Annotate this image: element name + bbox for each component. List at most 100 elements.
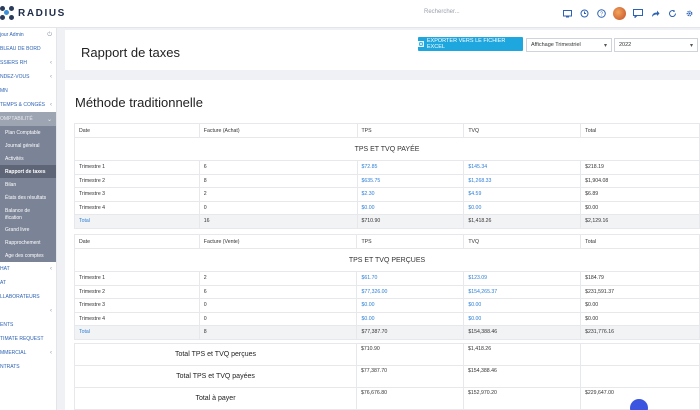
cell-link[interactable]: $0.00 — [356, 200, 465, 215]
refresh-icon[interactable] — [667, 9, 677, 19]
total-label: Total — [74, 325, 200, 340]
summary-table: Total TPS et TVQ perçues $710.90 $1,418.… — [74, 343, 700, 410]
cell-link[interactable]: $635.75 — [356, 173, 465, 188]
submenu-item[interactable]: États des résultats — [0, 191, 56, 204]
sidebar-item-dashboard[interactable]: BLEAU DE BORD — [0, 42, 56, 56]
sidebar-item-unlabeled[interactable]: ‹ — [0, 304, 56, 318]
cell: 6 — [198, 160, 358, 175]
summary-row: Total TPS et TVQ perçues $710.90 $1,418.… — [74, 343, 700, 366]
cell-link[interactable]: $4.59 — [463, 187, 582, 202]
sidebar-item-accounting[interactable]: OMPTABILITÉ ⌄ — [0, 112, 56, 126]
cell: Trimestre 3 — [74, 187, 200, 202]
avatar[interactable] — [613, 7, 626, 20]
settings-icon[interactable] — [684, 9, 694, 19]
cell: $152,970.20 — [463, 387, 581, 410]
sidebar-item-chat[interactable]: HAT ‹ — [0, 262, 56, 276]
sidebar-item-hr-files[interactable]: SSIERS RH ‹ — [0, 56, 56, 70]
sidebar-item-time-leave[interactable]: TEMPS & CONGÉS ‹ — [0, 98, 56, 112]
submenu-item[interactable]: Balance de ification — [0, 204, 56, 223]
cell: $184.79 — [580, 271, 700, 286]
section-title: Méthode traditionnelle — [75, 95, 203, 110]
cell-link[interactable]: $0.00 — [463, 298, 582, 313]
sidebar-item-appointments[interactable]: NDEZ-VOUS ‹ — [0, 70, 56, 84]
sidebar-item-commercial[interactable]: MMERCIAL ‹ — [0, 346, 56, 360]
submenu-item[interactable]: Grand livre — [0, 223, 56, 236]
column-header: TVQ — [463, 234, 582, 249]
sidebar: jour Admin ⏻ BLEAU DE BORD SSIERS RH ‹ NDE… — [0, 28, 57, 410]
cell: $2,129.16 — [580, 214, 700, 229]
cell-link[interactable]: $0.00 — [463, 200, 582, 215]
cell-link[interactable]: $145.34 — [463, 160, 582, 175]
sidebar-item-collaborators[interactable]: LLABORATEURS — [0, 290, 56, 304]
cell: $0.00 — [580, 311, 700, 326]
submenu-item[interactable]: Plan Comptable — [0, 126, 56, 139]
top-bar: RADIUS Rechercher... ? — [0, 0, 700, 28]
sidebar-item-chat-2[interactable]: AT — [0, 276, 56, 290]
sidebar-item-contracts[interactable]: NTRATS — [0, 360, 56, 374]
cell: $154,388.46 — [463, 365, 581, 388]
cell: $1,418.26 — [463, 214, 582, 229]
submenu-item[interactable]: Journal général — [0, 139, 56, 152]
cell: $154,388.46 — [463, 325, 582, 340]
cell: Trimestre 1 — [74, 271, 200, 286]
cell: 6 — [198, 284, 358, 299]
summary-row: Total à payer $76,676.80 $152,970.20 $22… — [74, 387, 700, 410]
table-row: Trimestre 4 0 $0.00 $0.00 $0.00 — [74, 200, 700, 215]
monitor-icon[interactable] — [562, 9, 572, 19]
display-mode-select[interactable]: Affichage Trimestriel ▾ — [526, 38, 612, 52]
cell — [580, 343, 700, 366]
svg-text:?: ? — [600, 12, 603, 18]
power-icon[interactable]: ⏻ — [47, 32, 52, 39]
year-select[interactable]: 2022 ▾ — [614, 38, 698, 52]
sidebar-item-clients[interactable]: ENTS — [0, 318, 56, 332]
chevron-down-icon: ▾ — [689, 43, 693, 49]
chevron-left-icon: ‹ — [50, 308, 52, 314]
submenu-item[interactable]: Rapprochement — [0, 236, 56, 249]
share-icon[interactable] — [650, 9, 660, 19]
cell: 0 — [198, 298, 358, 313]
cell-link[interactable]: $123.09 — [463, 271, 582, 286]
sidebar-item-admin-section[interactable]: MN — [0, 84, 56, 98]
cell-link[interactable]: $0.00 — [463, 311, 582, 326]
cell: Trimestre 4 — [74, 200, 200, 215]
cell: 2 — [198, 187, 358, 202]
cell: $218.19 — [580, 160, 700, 175]
chat-icon[interactable] — [633, 9, 643, 19]
column-header: Facture (Achat) — [198, 123, 358, 138]
submenu-item-tax-report[interactable]: Rapport de taxes — [0, 165, 56, 178]
cell: 2 — [198, 271, 358, 286]
chevron-left-icon: ‹ — [50, 60, 52, 66]
accounting-submenu: Plan Comptable Journal général Activités… — [0, 126, 56, 262]
table-row: Trimestre 4 0 $0.00 $0.00 $0.00 — [74, 311, 700, 326]
cell: $231,776.16 — [580, 325, 700, 340]
cell-link[interactable]: $77,326.00 — [356, 284, 465, 299]
app-logo[interactable]: RADIUS — [0, 6, 66, 20]
cell: $77,387.70 — [356, 325, 465, 340]
excel-icon — [418, 41, 424, 47]
cell-link[interactable]: $0.00 — [356, 298, 465, 313]
submenu-item[interactable]: Activités — [0, 152, 56, 165]
column-header: Total — [580, 234, 700, 249]
submenu-item[interactable]: Age des comptes — [0, 249, 56, 262]
cell-link[interactable]: $2.30 — [356, 187, 465, 202]
history-icon[interactable] — [579, 9, 589, 19]
sidebar-item-estimate-request[interactable]: TIMATE REQUEST — [0, 332, 56, 346]
summary-label: Total à payer — [74, 387, 357, 410]
table-caption-row: TPS ET TVQ PAYÉE — [74, 137, 700, 161]
search-input[interactable]: Rechercher... — [424, 9, 460, 15]
cell: $0.00 — [580, 298, 700, 313]
help-icon[interactable]: ? — [596, 9, 606, 19]
cell-link[interactable]: $0.00 — [356, 311, 465, 326]
submenu-item[interactable]: Bilan — [0, 178, 56, 191]
cell-link[interactable]: $61.70 — [356, 271, 465, 286]
sidebar-item-admin[interactable]: jour Admin ⏻ — [0, 28, 56, 42]
chat-launcher-button[interactable] — [630, 399, 648, 410]
column-header: Date — [74, 123, 200, 138]
cell-link[interactable]: $154,265.37 — [463, 284, 582, 299]
cell: Trimestre 3 — [74, 298, 200, 313]
table-total-row: Total 16 $710.90 $1,418.26 $2,129.16 — [74, 214, 700, 229]
cell-link[interactable]: $72.85 — [356, 160, 465, 175]
cell-link[interactable]: $1,268.33 — [463, 173, 582, 188]
cell: 0 — [198, 200, 358, 215]
export-excel-button[interactable]: EXPORTER VERS LE FICHIER EXCEL — [418, 37, 523, 51]
